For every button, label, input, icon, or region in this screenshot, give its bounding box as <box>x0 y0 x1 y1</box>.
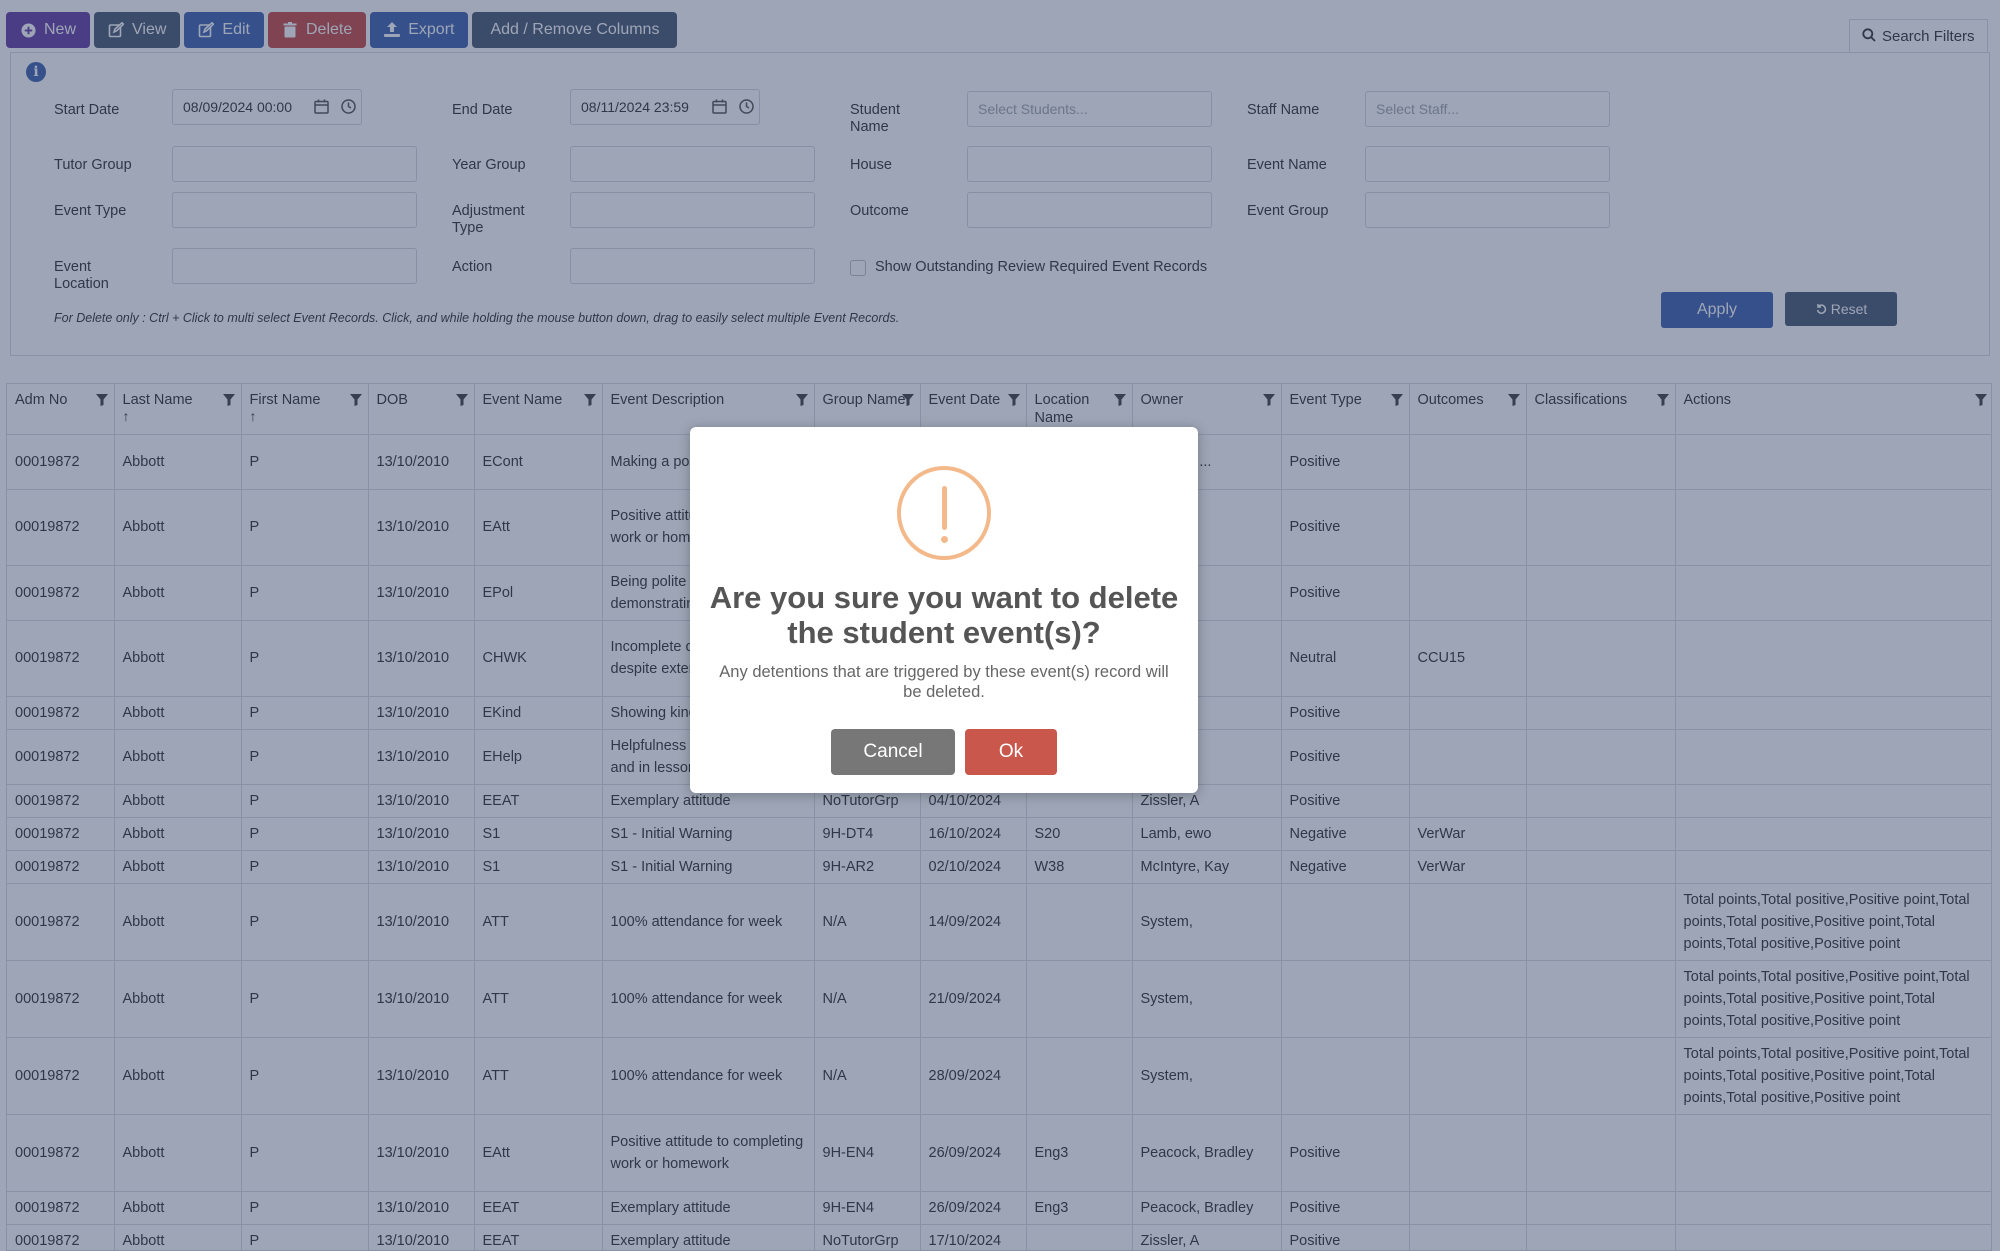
delete-confirm-dialog: Are you sure you want to delete the stud… <box>690 427 1198 793</box>
dialog-title: Are you sure you want to delete the stud… <box>709 580 1179 650</box>
warning-icon <box>897 466 991 560</box>
ok-button[interactable]: Ok <box>965 729 1057 775</box>
cancel-button[interactable]: Cancel <box>831 729 955 775</box>
dialog-text: Any detentions that are triggered by the… <box>719 663 1169 701</box>
